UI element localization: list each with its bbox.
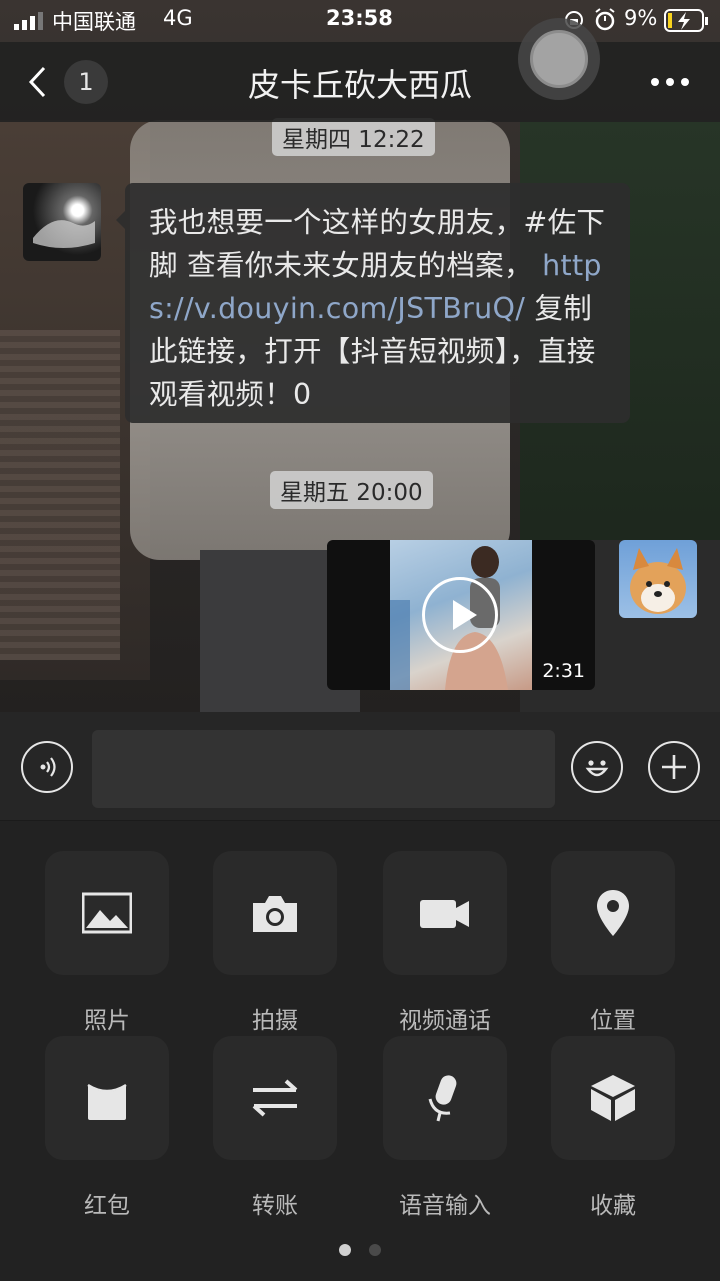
- microphone-icon: [383, 1036, 507, 1160]
- panel-label: 位置: [590, 1008, 636, 1034]
- text-message-bubble[interactable]: 我也想要一个这样的女朋友，#佐下脚 查看你未来女朋友的档案， https://v…: [116, 183, 630, 423]
- panel-item-transfer[interactable]: 转账: [210, 1036, 340, 1219]
- page-indicator-dot[interactable]: [369, 1244, 381, 1256]
- video-call-icon: [383, 851, 507, 975]
- input-bar: [0, 712, 720, 821]
- panel-label: 拍摄: [252, 1008, 298, 1034]
- more-functions-panel: 照片 拍摄 视频通话 位置 红包 转账 语音输入 收藏: [0, 821, 720, 1281]
- red-packet-icon: [45, 1036, 169, 1160]
- panel-item-video-call[interactable]: 视频通话: [380, 851, 510, 1034]
- assistive-touch-button[interactable]: [518, 18, 600, 100]
- ellipsis-icon: [650, 72, 690, 91]
- transfer-icon: [213, 1036, 337, 1160]
- panel-label: 收藏: [590, 1193, 636, 1219]
- message-timestamp: 星期五 20:00: [270, 471, 433, 509]
- carrier-name: 中国联通: [52, 10, 136, 34]
- message-input[interactable]: [92, 730, 555, 808]
- panel-item-camera[interactable]: 拍摄: [210, 851, 340, 1034]
- page-indicator-dot-active[interactable]: [339, 1244, 351, 1256]
- status-bar: 中国联通 4G 23:58 9%: [0, 0, 720, 40]
- my-avatar[interactable]: [619, 540, 697, 618]
- panel-label: 红包: [84, 1193, 130, 1219]
- panel-item-red-packet[interactable]: 红包: [42, 1036, 172, 1219]
- alarm-icon: [593, 8, 617, 36]
- voice-wave-icon: [35, 755, 59, 783]
- video-message[interactable]: 2:31: [327, 540, 595, 690]
- location-icon: [551, 851, 675, 975]
- message-timestamp: 星期四 12:22: [272, 118, 435, 156]
- play-icon[interactable]: [422, 577, 498, 653]
- smiley-icon: [581, 751, 613, 787]
- panel-label: 照片: [84, 1008, 130, 1034]
- chat-title: 皮卡丘砍大西瓜: [247, 66, 472, 104]
- photo-icon: [45, 851, 169, 975]
- panel-item-voice-input[interactable]: 语音输入: [380, 1036, 510, 1219]
- panel-label: 语音输入: [399, 1193, 491, 1219]
- more-functions-button[interactable]: [648, 741, 700, 793]
- favorites-cube-icon: [551, 1036, 675, 1160]
- message-text: 我也想要一个这样的女朋友，#佐下脚 查看你未来女朋友的档案，: [149, 206, 606, 282]
- panel-item-photo[interactable]: 照片: [42, 851, 172, 1034]
- panel-label: 转账: [252, 1193, 298, 1219]
- battery-percent: 9%: [624, 6, 658, 30]
- panel-item-favorites[interactable]: 收藏: [548, 1036, 678, 1219]
- camera-icon: [213, 851, 337, 975]
- chat-header: 1 皮卡丘砍大西瓜: [0, 42, 720, 122]
- emoji-button[interactable]: [571, 741, 623, 793]
- voice-mode-button[interactable]: [21, 741, 73, 793]
- network-type: 4G: [163, 6, 193, 30]
- clock: 23:58: [326, 6, 393, 30]
- plus-icon: [660, 753, 688, 785]
- more-options-button[interactable]: [650, 72, 690, 92]
- panel-item-location[interactable]: 位置: [548, 851, 678, 1034]
- video-duration: 2:31: [542, 660, 585, 682]
- battery-charging-icon: [664, 9, 710, 37]
- panel-label: 视频通话: [399, 1008, 491, 1034]
- contact-avatar[interactable]: [23, 183, 101, 261]
- signal-icon: [14, 12, 44, 34]
